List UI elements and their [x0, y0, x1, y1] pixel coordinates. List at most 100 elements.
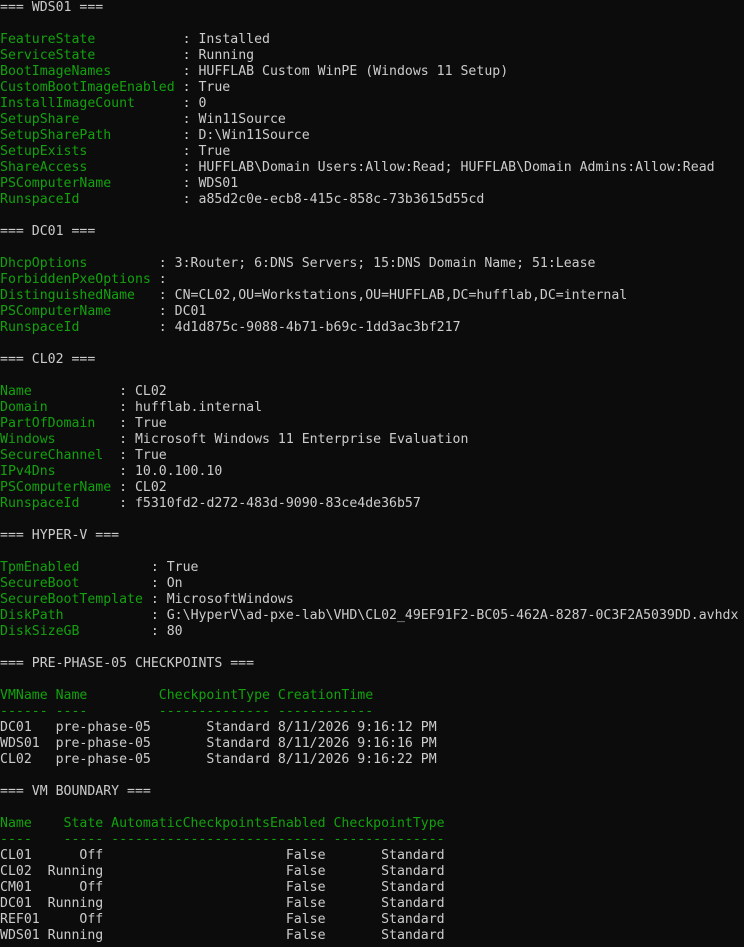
terminal-line: DhcpOptions : 3:Router; 6:DNS Servers; 1…: [0, 256, 744, 272]
output-text: : 4d1d875c-9088-4b71-b69c-1dd3ac3bf217: [79, 320, 461, 335]
property-name: PSComputerName: [0, 480, 112, 495]
property-name: PSComputerName: [0, 176, 112, 191]
output-text: DC01 Running False Standard: [0, 896, 445, 911]
output-text: : True: [174, 80, 231, 95]
output-text: : CL02: [111, 480, 167, 495]
property-name: RunspaceId: [0, 192, 80, 207]
property-name: RunspaceId: [0, 496, 80, 511]
terminal-line: SecureChannel : True: [0, 448, 744, 464]
property-name: FeatureState: [0, 32, 96, 47]
property-name: IPv4Dns: [0, 464, 56, 479]
output-text: : True: [79, 560, 199, 575]
terminal-line: RunspaceId : 4d1d875c-9088-4b71-b69c-1dd…: [0, 320, 744, 336]
terminal-line: SecureBootTemplate : MicrosoftWindows: [0, 592, 744, 608]
output-text: : DC01: [111, 304, 207, 319]
property-name: SetupExists: [0, 144, 88, 159]
property-name: SecureBootTemplate: [0, 592, 143, 607]
output-text: === CL02 ===: [0, 352, 96, 367]
terminal-line: DC01 pre-phase-05 Standard 8/11/2026 9:1…: [0, 720, 744, 736]
output-text: : hufflab.internal: [47, 400, 263, 415]
output-text: WDS01 pre-phase-05 Standard 8/11/2026 9:…: [0, 736, 437, 751]
terminal-line: ForbiddenPxeOptions :: [0, 272, 744, 288]
property-name: TpmEnabled: [0, 560, 80, 575]
terminal-line: PSComputerName : DC01: [0, 304, 744, 320]
property-name: ShareAccess: [0, 160, 88, 175]
output-text: === PRE-PHASE-05 CHECKPOINTS ===: [0, 656, 255, 671]
output-text: : MicrosoftWindows: [142, 592, 294, 607]
property-name: ServiceState: [0, 48, 96, 63]
property-name: BootImageNames: [0, 64, 112, 79]
terminal-line: === HYPER-V ===: [0, 528, 744, 544]
terminal-line: DC01 Running False Standard: [0, 896, 744, 912]
output-text: : WDS01: [111, 176, 239, 191]
terminal-line: PSComputerName : CL02: [0, 480, 744, 496]
terminal-line: Domain : hufflab.internal: [0, 400, 744, 416]
terminal-line: ------ ---- -------------- ------------: [0, 704, 744, 720]
output-text: : True: [95, 416, 167, 431]
terminal-output[interactable]: === WDS01 === FeatureState : Installed Ser…: [0, 0, 744, 947]
terminal-line: Name State AutomaticCheckpointsEnabled C…: [0, 816, 744, 832]
property-name: Domain: [0, 400, 48, 415]
property-name: DistinguishedName: [0, 288, 135, 303]
property-name: ForbiddenPxeOptions: [0, 272, 151, 287]
output-text: : CL02: [31, 384, 167, 399]
output-text: CL02 pre-phase-05 Standard 8/11/2026 9:1…: [0, 752, 437, 767]
output-text: :: [150, 272, 167, 287]
terminal-line: CL01 Off False Standard: [0, 848, 744, 864]
output-text: WDS01 Running False Standard: [0, 928, 445, 943]
output-text: : Installed: [95, 32, 270, 47]
output-text: REF01 Off False Standard: [0, 912, 445, 927]
terminal-line: CL02 pre-phase-05 Standard 8/11/2026 9:1…: [0, 752, 744, 768]
terminal-line: RunspaceId : f5310fd2-d272-483d-9090-83c…: [0, 496, 744, 512]
terminal-line: === VM BOUNDARY ===: [0, 784, 744, 800]
property-name: CustomBootImageEnabled: [0, 80, 175, 95]
output-text: === VM BOUNDARY ===: [0, 784, 151, 799]
terminal-line: CL02 Running False Standard: [0, 864, 744, 880]
output-text: : 0: [134, 96, 207, 111]
output-text: === HYPER-V ===: [0, 528, 120, 543]
terminal-line: SetupShare : Win11Source: [0, 112, 744, 128]
output-text: : G:\HyperV\ad-pxe-lab\VHD\CL02_49EF91F2…: [63, 608, 739, 623]
terminal-line: FeatureState : Installed: [0, 32, 744, 48]
terminal-line: PSComputerName : WDS01: [0, 176, 744, 192]
output-text: : CN=CL02,OU=Workstations,OU=HUFFLAB,DC=…: [134, 288, 628, 303]
output-text: : 10.0.100.10: [55, 464, 223, 479]
terminal-line: Name : CL02: [0, 384, 744, 400]
output-text: CL02 Running False Standard: [0, 864, 445, 879]
output-text: : True: [87, 144, 231, 159]
property-name: Name: [0, 384, 32, 399]
terminal-line: === WDS01 ===: [0, 0, 744, 16]
terminal-line: DiskPath : G:\HyperV\ad-pxe-lab\VHD\CL02…: [0, 608, 744, 624]
property-name: ------ ---- -------------- ------------: [0, 704, 374, 719]
output-text: : On: [79, 576, 183, 591]
property-name: Windows: [0, 432, 56, 447]
property-name: PSComputerName: [0, 304, 112, 319]
property-name: RunspaceId: [0, 320, 80, 335]
terminal-line: ---- ----- --------------------------- -…: [0, 832, 744, 848]
property-name: SetupSharePath: [0, 128, 112, 143]
output-text: : HUFFLAB\Domain Users:Allow:Read; HUFFL…: [87, 160, 715, 175]
terminal-line: InstallImageCount : 0: [0, 96, 744, 112]
property-name: SecureBoot: [0, 576, 80, 591]
output-text: === DC01 ===: [0, 224, 96, 239]
terminal-line: SetupSharePath : D:\Win11Source: [0, 128, 744, 144]
terminal-line: IPv4Dns : 10.0.100.10: [0, 464, 744, 480]
terminal-line: DistinguishedName : CN=CL02,OU=Workstati…: [0, 288, 744, 304]
output-text: : a85d2c0e-ecb8-415c-858c-73b3615d55cd: [79, 192, 485, 207]
terminal-line: PartOfDomain : True: [0, 416, 744, 432]
terminal-line: BootImageNames : HUFFLAB Custom WinPE (W…: [0, 64, 744, 80]
terminal-line: === DC01 ===: [0, 224, 744, 240]
terminal-line: ShareAccess : HUFFLAB\Domain Users:Allow…: [0, 160, 744, 176]
terminal-line: SecureBoot : On: [0, 576, 744, 592]
terminal-line: === CL02 ===: [0, 352, 744, 368]
terminal-line: Windows : Microsoft Windows 11 Enterpris…: [0, 432, 744, 448]
property-name: InstallImageCount: [0, 96, 135, 111]
